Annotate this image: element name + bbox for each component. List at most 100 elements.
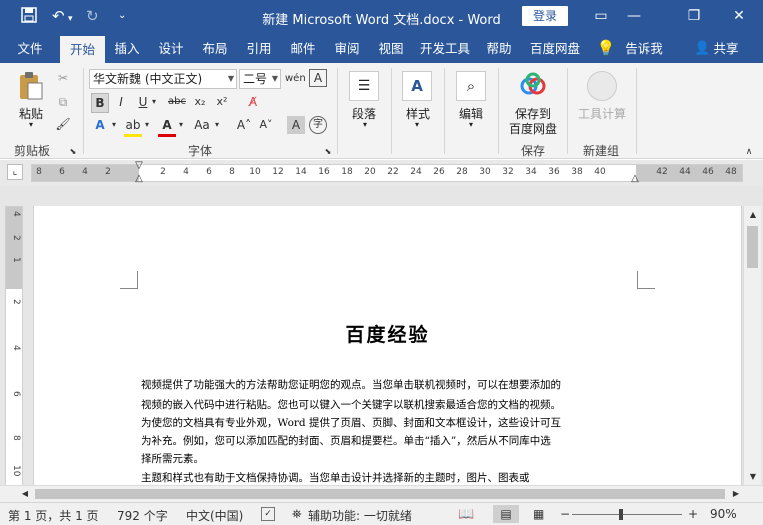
lightbulb-icon[interactable]: 💡 — [596, 34, 616, 63]
chevron-down-icon[interactable]: ▾ — [177, 116, 185, 134]
clipboard-group-label: 剪贴板 — [14, 144, 51, 158]
crop-mark — [637, 271, 655, 289]
zoom-slider-thumb[interactable] — [618, 509, 623, 520]
zoom-out-icon[interactable]: − — [560, 507, 570, 521]
right-indent-icon[interactable]: △ — [629, 174, 641, 184]
chevron-down-icon[interactable]: ▾ — [150, 93, 158, 111]
tools-calc-icon[interactable] — [587, 71, 617, 101]
font-launcher-icon[interactable]: ⬊ — [323, 143, 333, 161]
phonetic-guide-icon[interactable]: wén — [285, 70, 306, 88]
underline-icon[interactable]: U — [135, 93, 151, 111]
tab-layout[interactable]: 布局 — [196, 34, 234, 63]
proofing-icon[interactable]: ✓ — [261, 507, 275, 521]
change-case-icon[interactable]: Aa — [191, 116, 213, 134]
tab-mailings[interactable]: 邮件 — [284, 34, 322, 63]
vertical-scrollbar[interactable]: ▲ ▼ — [743, 206, 761, 486]
save-baidu-line2[interactable]: 百度网盘 — [505, 120, 561, 137]
search-icon[interactable]: ⌕ — [456, 71, 486, 101]
horizontal-scrollbar[interactable]: ◀ ▶ — [0, 485, 763, 502]
tab-baidu-netdisk[interactable]: 百度网盘 — [524, 34, 586, 63]
chevron-down-icon[interactable]: ▾ — [213, 116, 221, 134]
restore-icon[interactable]: ❐ — [679, 4, 709, 28]
ribbon-display-icon[interactable]: ▭ — [586, 4, 616, 28]
tab-references[interactable]: 引用 — [240, 34, 278, 63]
bold-icon[interactable]: B — [91, 93, 109, 113]
chevron-down-icon[interactable]: ▾ — [412, 120, 422, 129]
share-button[interactable]: 共享 — [710, 34, 742, 63]
tab-developer[interactable]: 开发工具 — [416, 34, 474, 63]
tell-me-box[interactable]: 告诉我 — [622, 34, 666, 63]
first-line-indent-icon[interactable]: ▽ — [133, 161, 145, 171]
tab-home[interactable]: 开始 — [60, 36, 105, 63]
tab-file[interactable]: 文件 — [10, 34, 50, 63]
redo-icon[interactable]: ↻ — [86, 7, 99, 25]
read-mode-icon[interactable]: 📖 — [458, 507, 474, 522]
scroll-up-icon[interactable]: ▲ — [747, 206, 759, 224]
customize-icon[interactable]: ⌄ — [118, 7, 126, 25]
highlight-color-icon[interactable]: ab — [124, 116, 142, 137]
scroll-thumb[interactable] — [747, 226, 758, 268]
chevron-down-icon[interactable]: ▾ — [466, 120, 476, 129]
paste-icon[interactable] — [16, 71, 46, 101]
web-layout-icon[interactable]: ▦ — [533, 507, 544, 521]
close-icon[interactable]: ✕ — [724, 4, 754, 28]
page-count[interactable]: 第 1 页，共 1 页 — [8, 507, 99, 524]
strikethrough-icon[interactable]: abc — [166, 93, 188, 111]
tab-selector-icon[interactable]: ⌞ — [7, 164, 23, 180]
chevron-down-icon[interactable]: ▾ — [143, 116, 151, 134]
clipboard-launcher-icon[interactable]: ⬊ — [68, 143, 78, 161]
character-shading-icon[interactable]: A — [287, 116, 305, 134]
tools-calc-button[interactable]: 工具计算 — [574, 105, 630, 122]
scroll-left-icon[interactable]: ◀ — [19, 486, 31, 502]
language-indicator[interactable]: 中文(中国) — [186, 507, 243, 524]
font-name-combo[interactable]: 华文新魏 (中文正文) ▼ — [89, 69, 237, 89]
accessibility-icon[interactable]: ⛯ — [292, 507, 302, 522]
format-painter-icon[interactable]: 🖌 — [54, 115, 72, 133]
tab-review[interactable]: 审阅 — [328, 34, 366, 63]
tab-view[interactable]: 视图 — [372, 34, 410, 63]
ribbon: 粘贴 ▾ ✂ ⧉ 🖌 剪贴板 ⬊ 华文新魏 (中文正文) ▼ 二号 ▼ wén … — [0, 63, 763, 159]
hanging-indent-icon[interactable]: △ — [133, 174, 145, 184]
scroll-down-icon[interactable]: ▼ — [747, 468, 759, 486]
copy-icon[interactable]: ⧉ — [54, 93, 72, 111]
zoom-slider[interactable] — [572, 509, 682, 520]
shrink-font-icon[interactable]: A˅ — [258, 116, 274, 134]
minimize-icon[interactable]: — — [619, 4, 649, 28]
baidu-netdisk-icon[interactable] — [518, 71, 548, 101]
zoom-level[interactable]: 90% — [710, 507, 737, 521]
tab-design[interactable]: 设计 — [152, 34, 190, 63]
undo-icon[interactable]: ↶ — [52, 7, 65, 25]
print-layout-icon[interactable]: ▤ — [493, 505, 519, 523]
scroll-thumb[interactable] — [35, 489, 725, 499]
grow-font-icon[interactable]: A˄ — [236, 116, 252, 134]
text-effects-icon[interactable]: A — [91, 116, 109, 134]
styles-icon[interactable]: A — [402, 71, 432, 101]
paragraph-icon[interactable]: ☰ — [349, 71, 379, 101]
subscript-icon[interactable]: x₂ — [192, 93, 208, 111]
chevron-down-icon[interactable]: ▾ — [360, 120, 370, 129]
character-border-icon[interactable]: A — [309, 69, 327, 87]
italic-icon[interactable]: I — [113, 93, 129, 111]
word-count[interactable]: 792 个字 — [117, 507, 168, 524]
scroll-right-icon[interactable]: ▶ — [730, 486, 742, 502]
superscript-icon[interactable]: x² — [214, 93, 230, 111]
save-group-label: 保存 — [521, 144, 546, 158]
font-color-icon[interactable]: A — [158, 116, 176, 137]
zoom-in-icon[interactable]: + — [688, 507, 698, 521]
chevron-down-icon[interactable]: ▾ — [110, 116, 118, 134]
share-icon[interactable]: 👤 — [694, 34, 710, 63]
clear-formatting-icon[interactable]: A̸ — [244, 93, 262, 111]
collapse-ribbon-icon[interactable]: ∧ — [742, 143, 756, 161]
font-size-combo[interactable]: 二号 ▼ — [239, 69, 281, 89]
undo-dropdown-icon[interactable]: ▾ — [68, 10, 73, 28]
title-bar: ↶ ▾ ↻ ⌄ 新建 Microsoft Word 文档.docx - Word… — [0, 0, 763, 34]
enclose-characters-icon[interactable]: 字 — [309, 116, 327, 134]
cut-icon[interactable]: ✂ — [54, 69, 72, 87]
accessibility-status[interactable]: 辅助功能: 一切就绪 — [308, 507, 412, 524]
vertical-ruler[interactable]: 4 2 1 2 4 6 8 10 — [5, 206, 23, 486]
save-icon[interactable] — [21, 7, 37, 27]
tab-insert[interactable]: 插入 — [108, 34, 146, 63]
tab-help[interactable]: 帮助 — [480, 34, 518, 63]
login-button[interactable]: 登录 — [522, 6, 568, 26]
paste-dropdown-icon[interactable]: ▾ — [26, 120, 36, 129]
